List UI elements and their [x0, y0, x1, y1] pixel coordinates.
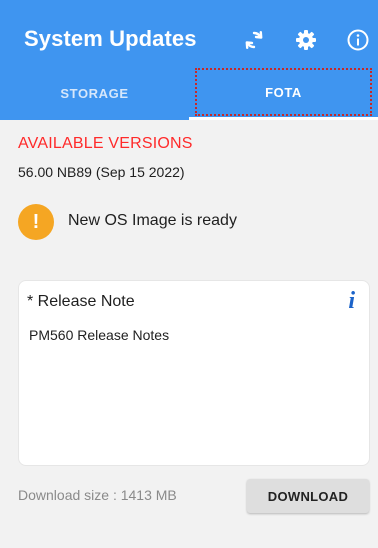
app-title: System Updates: [24, 26, 197, 51]
release-note-body: PM560 Release Notes: [29, 327, 170, 343]
refresh-icon[interactable]: [238, 24, 270, 56]
gear-icon[interactable]: [290, 24, 322, 56]
tab-bar: STORAGE FOTA: [0, 66, 378, 120]
tab-fota[interactable]: FOTA: [195, 68, 372, 116]
release-note-info-icon[interactable]: i: [348, 289, 355, 313]
download-size: Download size : 1413 MB: [18, 487, 177, 503]
download-button[interactable]: DOWNLOAD: [247, 479, 369, 513]
release-note-card: * Release Note i PM560 Release Notes: [18, 280, 370, 466]
tab-storage[interactable]: STORAGE: [0, 66, 189, 120]
available-versions-heading: AVAILABLE VERSIONS: [18, 135, 193, 152]
release-note-title: * Release Note: [27, 293, 135, 310]
notice-text: New OS Image is ready: [68, 212, 237, 229]
info-icon[interactable]: [342, 24, 374, 56]
app-bar: System Updates STORAGE FOTA: [0, 0, 378, 120]
main-content: AVAILABLE VERSIONS 56.00 NB89 (Sep 15 20…: [0, 120, 378, 548]
version-text: 56.00 NB89 (Sep 15 2022): [18, 164, 185, 180]
warning-icon: !: [18, 204, 54, 240]
